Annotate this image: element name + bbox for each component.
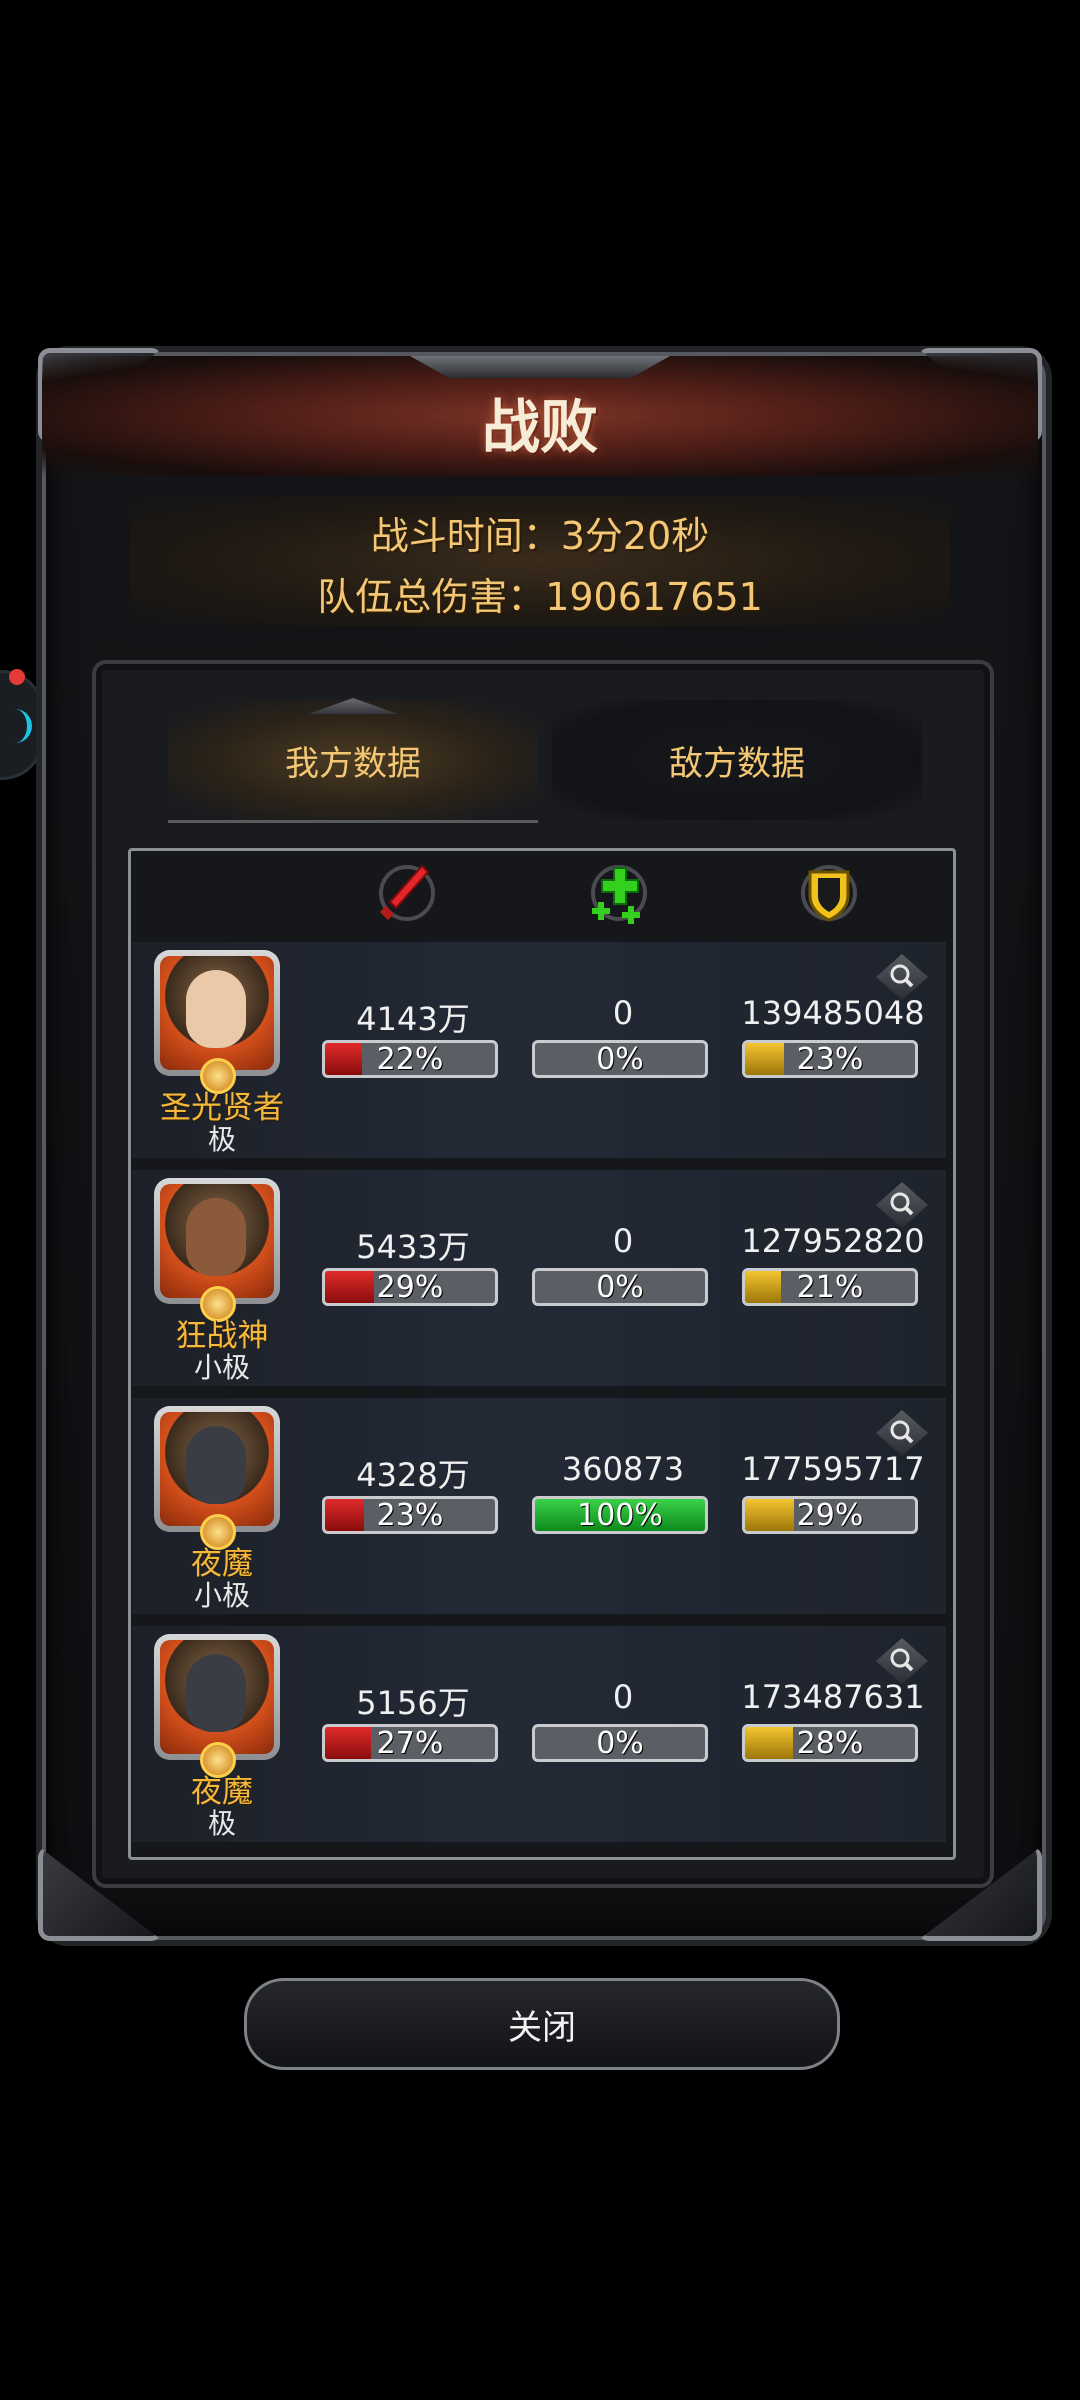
heal-bar: 0% [532,1268,708,1306]
hero-avatar [160,1184,274,1298]
battle-time: 战斗时间：3分20秒 [370,514,710,558]
damage-bar: 27% [322,1724,498,1762]
hero-tier: 极 [207,1807,236,1840]
dialog-title: 战败 [481,393,598,461]
heal-cross-icon [591,865,647,924]
hero-tier: 小极 [193,1351,250,1384]
hero-portrait[interactable] [154,950,280,1094]
damage-taken-value: 139485048 [741,994,925,1032]
hero-avatar [160,956,274,1070]
damage-value: 5433万 [356,1228,470,1266]
damage-percent: 23% [376,1498,444,1533]
damage-bar: 29% [322,1268,498,1306]
close-button[interactable]: 关闭 [244,1978,840,2070]
damage-taken-percent: 28% [796,1726,864,1761]
heal-bar: 0% [532,1724,708,1762]
hero-face [186,1426,246,1504]
damage-taken-value: 127952820 [741,1222,925,1260]
heal-value: 0 [612,994,634,1032]
damage-bar: 22% [322,1040,498,1078]
damage-percent: 22% [376,1042,444,1077]
heal-value: 0 [612,1678,634,1716]
damage-taken-value: 173487631 [741,1678,925,1716]
heal-bar: 0% [532,1040,708,1078]
damage-value: 4328万 [356,1456,470,1494]
heal-percent: 0% [596,1042,644,1077]
hero-portrait[interactable] [154,1178,280,1322]
team-total-damage: 队伍总伤害：190617651 [317,575,763,619]
heal-value: 0 [612,1222,634,1260]
tab-enemy-data[interactable]: 敌方数据 [552,700,922,820]
tab-my-data[interactable]: 我方数据 [168,700,538,823]
hero-avatar [160,1412,274,1526]
damage-percent: 27% [376,1726,444,1761]
heal-percent: 100% [577,1498,663,1533]
sword-icon [379,864,435,921]
damage-value: 4143万 [356,1000,470,1038]
damage-taken-bar: 23% [742,1040,918,1078]
title-crest-ornament [410,356,670,378]
hero-row: 夜魔 极 5156万 27% 0 0% 173487631 28% [132,1626,946,1842]
damage-value: 5156万 [356,1684,470,1722]
notification-dot-icon [9,669,25,685]
hero-face [186,1198,246,1276]
damage-taken-value: 177595717 [741,1450,925,1488]
damage-taken-percent: 29% [796,1498,864,1533]
damage-percent: 29% [376,1270,444,1305]
damage-taken-bar: 28% [742,1724,918,1762]
heal-bar: 100% [532,1496,708,1534]
hero-portrait[interactable] [154,1406,280,1550]
floating-assistant-widget[interactable] [0,669,44,780]
damage-taken-bar: 29% [742,1496,918,1534]
hero-tier: 极 [207,1123,236,1156]
hero-tier: 小极 [193,1579,250,1612]
hero-row: 圣光贤者 极 4143万 22% 0 0% 139485048 23% [132,942,946,1158]
damage-bar: 23% [322,1496,498,1534]
damage-taken-percent: 23% [796,1042,864,1077]
assistant-ring-icon [7,709,32,743]
hero-row: 夜魔 小极 4328万 23% 360873 100% 177595717 29… [132,1398,946,1614]
hero-row: 狂战神 小极 5433万 29% 0 0% 127952820 21% [132,1170,946,1386]
hero-portrait[interactable] [154,1634,280,1778]
heal-value: 360873 [561,1450,685,1488]
hero-face [186,1654,246,1732]
damage-taken-bar: 21% [742,1268,918,1306]
shield-icon [801,865,857,922]
battle-result-screen: 战败 战斗时间：3分20秒 队伍总伤害：190617651 我方数据 敌方数据 … [0,0,1080,2400]
hero-avatar [160,1640,274,1754]
hero-face [186,970,246,1048]
heal-percent: 0% [596,1270,644,1305]
heal-percent: 0% [596,1726,644,1761]
damage-taken-percent: 21% [796,1270,864,1305]
